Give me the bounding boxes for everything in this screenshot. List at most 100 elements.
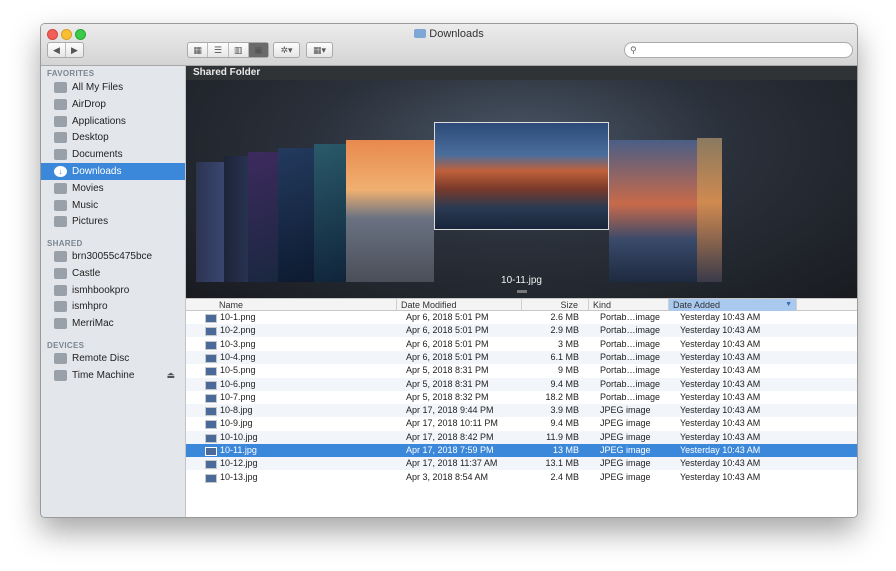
file-date-modified: Apr 5, 2018 8:32 PM xyxy=(406,391,489,402)
coverflow-current-thumbnail[interactable] xyxy=(434,122,609,230)
file-row[interactable]: 10-7.png Apr 5, 2018 8:32 PM 18.2 MB Portab… xyxy=(186,391,857,404)
image-file-icon xyxy=(205,447,217,456)
coverflow-thumbnail[interactable] xyxy=(346,140,434,282)
file-date-added: Yesterday 10:43 AM xyxy=(680,325,761,336)
coverflow-thumbnail[interactable] xyxy=(224,156,248,282)
sidebar: FAVORITES All My Files AirDrop Application… xyxy=(41,66,186,517)
coverflow-view-button[interactable]: ▣ xyxy=(248,43,268,57)
image-file-icon xyxy=(205,407,217,417)
sidebar-item-label: Movies xyxy=(72,182,104,194)
coverflow-scroll-indicator[interactable] xyxy=(517,290,527,293)
file-date-added: Yesterday 10:43 AM xyxy=(680,391,761,402)
file-row[interactable]: 10-3.png Apr 6, 2018 5:01 PM 3 MB Portab…im… xyxy=(186,338,857,351)
file-kind: JPEG image xyxy=(600,405,651,416)
file-size: 9.4 MB xyxy=(550,418,579,429)
image-file-icon xyxy=(205,473,217,483)
coverflow-thumbnail[interactable] xyxy=(196,162,224,282)
coverflow-thumbnail[interactable] xyxy=(248,152,278,282)
sidebar-item-applications[interactable]: Applications xyxy=(41,113,185,130)
sidebar-item-pictures[interactable]: Pictures xyxy=(41,213,185,230)
sidebar-item-documents[interactable]: Documents xyxy=(41,146,185,163)
coverflow-thumbnail[interactable] xyxy=(609,140,697,282)
sidebar-item-movies[interactable]: Movies xyxy=(41,180,185,197)
coverflow-view[interactable]: 10-11.jpg xyxy=(186,80,857,298)
sidebar-item-time-machine[interactable]: Time Machine ⏏ xyxy=(41,367,185,384)
file-size: 13 MB xyxy=(552,445,579,455)
list-view-button[interactable]: ☰ xyxy=(208,43,229,57)
file-size: 2.4 MB xyxy=(550,471,579,482)
file-size: 13.1 MB xyxy=(545,458,579,469)
sidebar-item-castle[interactable]: Castle xyxy=(41,265,185,282)
column-header-name[interactable]: Name xyxy=(215,299,397,311)
file-row[interactable]: 10-2.png Apr 6, 2018 5:01 PM 2.9 MB Portab…… xyxy=(186,324,857,338)
sidebar-item-music[interactable]: Music xyxy=(41,197,185,214)
file-row[interactable]: 10-11.jpg Apr 17, 2018 7:59 PM 13 MB JPEG i… xyxy=(186,444,857,457)
file-kind: Portab…image xyxy=(600,391,661,402)
file-row[interactable]: 10-6.png Apr 5, 2018 8:31 PM 9.4 MB Portab…… xyxy=(186,377,857,391)
coverflow-header: Shared Folder xyxy=(186,66,857,80)
list-column-headers: Name Date Modified Size Kind Date Added ▼ xyxy=(186,298,857,311)
music-icon xyxy=(54,199,67,211)
file-date-added: Yesterday 10:43 AM xyxy=(680,312,761,322)
file-date-modified: Apr 6, 2018 5:01 PM xyxy=(406,325,489,336)
coverflow-header-label: Shared Folder xyxy=(193,67,261,78)
forward-button[interactable]: ▶ xyxy=(66,43,83,57)
file-row[interactable]: 10-1.png Apr 6, 2018 5:01 PM 2.6 MB Portab…… xyxy=(186,311,857,324)
file-name: 10-4.png xyxy=(220,351,256,362)
search-field[interactable]: ⚲ xyxy=(624,42,853,58)
image-file-icon xyxy=(205,314,217,323)
sidebar-item-merrimac[interactable]: MerriMac xyxy=(41,315,185,332)
file-row[interactable]: 10-13.jpg Apr 3, 2018 8:54 AM 2.4 MB JPEG i… xyxy=(186,471,857,484)
file-date-modified: Apr 17, 2018 9:44 PM xyxy=(406,405,494,416)
sidebar-item-desktop[interactable]: Desktop xyxy=(41,129,185,146)
file-row[interactable]: 10-5.png Apr 5, 2018 8:31 PM 9 MB Portab…im… xyxy=(186,364,857,377)
file-date-added: Yesterday 10:43 AM xyxy=(680,458,761,469)
sidebar-item-label: brn30055c475bce xyxy=(72,251,153,262)
file-row[interactable]: 10-9.jpg Apr 17, 2018 10:11 PM 9.4 MB JPEG … xyxy=(186,417,857,430)
sidebar-item-remote-disc[interactable]: Remote Disc xyxy=(41,350,185,367)
arrange-menu-button[interactable]: ▦▾ xyxy=(306,42,333,58)
sidebar-item-all-my-files[interactable]: All My Files xyxy=(41,79,185,96)
eject-icon[interactable]: ⏏ xyxy=(166,370,175,381)
image-file-icon xyxy=(205,420,217,430)
file-name: 10-6.png xyxy=(220,378,256,389)
column-header-size[interactable]: Size xyxy=(522,299,589,311)
sidebar-heading-favorites: FAVORITES xyxy=(47,69,95,78)
column-view-icon: ▥ xyxy=(233,44,243,55)
image-file-icon xyxy=(205,433,217,443)
sidebar-item-airdrop[interactable]: AirDrop xyxy=(41,96,185,113)
title-bar: Downloads ◀ ▶ ▦ ☰ ▥ ▣ ✲▾ ▦▾ ⚲ xyxy=(41,24,857,66)
column-view-button[interactable]: ▥ xyxy=(229,43,249,57)
file-kind: JPEG image xyxy=(600,458,651,469)
coverflow-thumbnail[interactable] xyxy=(697,138,722,282)
sidebar-item-label: Time Machine xyxy=(72,369,135,381)
file-date-modified: Apr 6, 2018 5:01 PM xyxy=(406,312,489,322)
file-row[interactable]: 10-12.jpg Apr 17, 2018 11:37 AM 13.1 MB JPE… xyxy=(186,457,857,471)
column-header-date-added[interactable]: Date Added ▼ xyxy=(669,299,797,311)
view-mode-control: ▦ ☰ ▥ ▣ xyxy=(187,42,269,58)
file-name: 10-12.jpg xyxy=(220,458,258,469)
sidebar-item-label: Pictures xyxy=(72,216,109,228)
sidebar-item-ismhbookpro[interactable]: ismhbookpro xyxy=(41,282,185,299)
coverflow-thumbnail[interactable] xyxy=(314,144,346,282)
column-header-kind[interactable]: Kind xyxy=(589,299,669,311)
sidebar-item-label: ismhpro xyxy=(72,301,108,313)
file-row[interactable]: 10-4.png Apr 6, 2018 5:01 PM 6.1 MB Portab…… xyxy=(186,350,857,364)
file-row[interactable]: 10-8.jpg Apr 17, 2018 9:44 PM 3.9 MB JPEG i… xyxy=(186,404,857,418)
sidebar-item-label: Downloads xyxy=(72,166,122,177)
sidebar-item-brn30055c475bce[interactable]: brn30055c475bce xyxy=(41,248,185,265)
file-size: 9 MB xyxy=(557,365,579,376)
sidebar-item-downloads[interactable]: ↓ Downloads xyxy=(41,163,185,180)
column-header-date-modified[interactable]: Date Modified xyxy=(397,299,522,311)
sidebar-item-label: MerriMac xyxy=(72,318,114,330)
file-date-added: Yesterday 10:43 AM xyxy=(680,338,761,349)
coverflow-thumbnail[interactable] xyxy=(278,148,314,282)
file-date-modified: Apr 6, 2018 5:01 PM xyxy=(406,338,489,349)
action-menu-button[interactable]: ✲▾ xyxy=(273,42,300,58)
icon-view-button[interactable]: ▦ xyxy=(188,43,209,57)
sidebar-item-ismhpro[interactable]: ismhpro xyxy=(41,298,185,315)
back-forward-control: ◀ ▶ xyxy=(47,42,84,58)
back-button[interactable]: ◀ xyxy=(48,43,66,57)
desktop-icon xyxy=(54,132,67,144)
file-row[interactable]: 10-10.jpg Apr 17, 2018 8:42 PM 11.9 MB JPEG… xyxy=(186,430,857,444)
